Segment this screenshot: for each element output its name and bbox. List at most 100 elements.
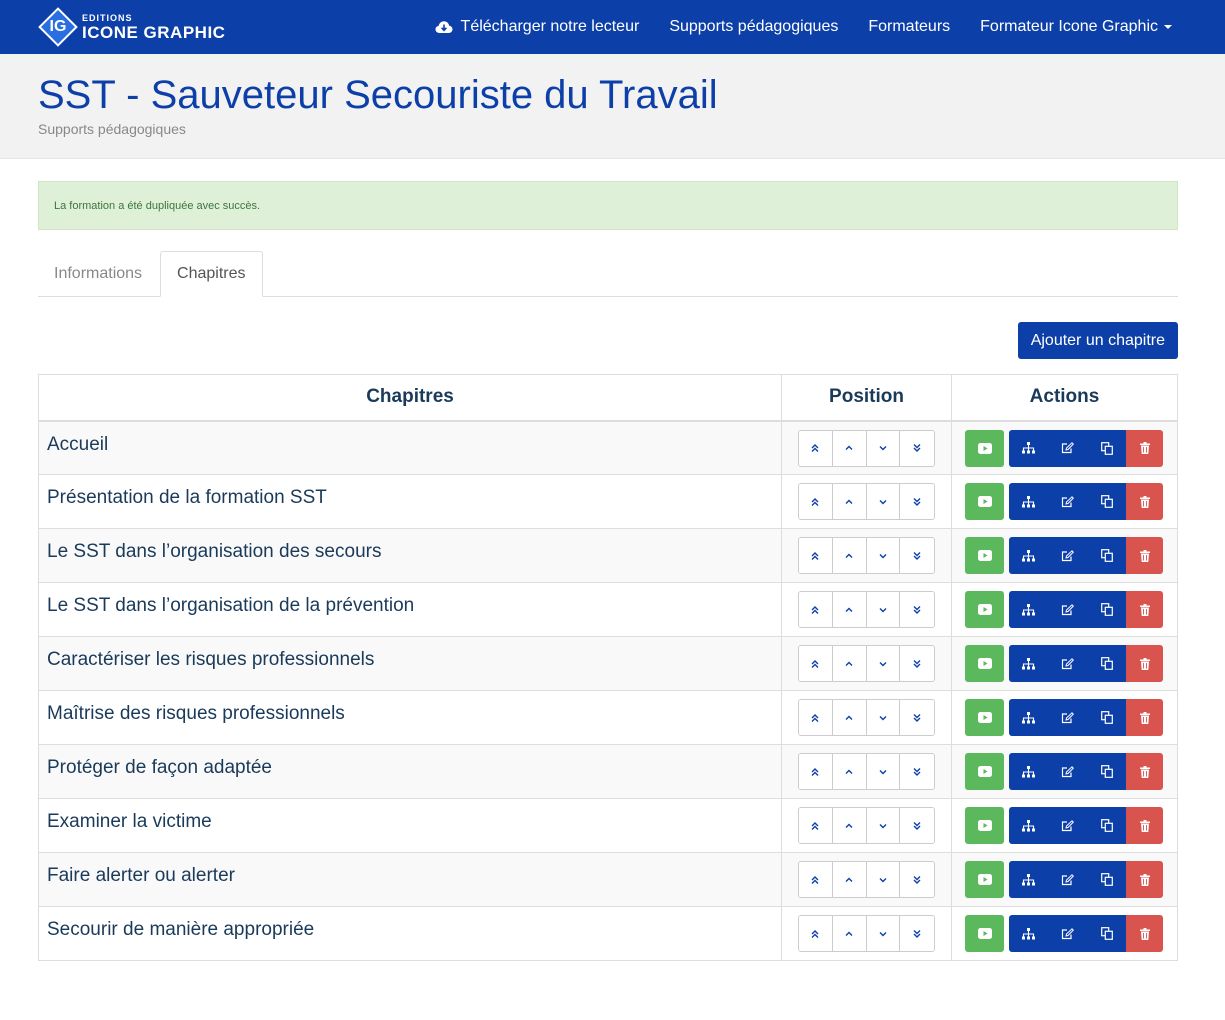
delete-button[interactable] <box>1126 915 1164 952</box>
delete-button[interactable] <box>1126 429 1164 467</box>
move-bottom-button[interactable] <box>900 754 935 789</box>
move-bottom-button[interactable] <box>900 862 935 897</box>
move-bottom-button[interactable] <box>900 430 935 466</box>
move-top-button[interactable] <box>799 592 833 627</box>
move-top-button[interactable] <box>799 430 833 466</box>
duplicate-button[interactable] <box>1087 699 1127 736</box>
duplicate-button[interactable] <box>1087 753 1127 790</box>
edit-button[interactable] <box>1048 429 1088 467</box>
preview-button[interactable] <box>965 483 1005 520</box>
duplicate-button[interactable] <box>1087 915 1127 952</box>
edit-button[interactable] <box>1048 699 1088 736</box>
tab-informations[interactable]: Informations <box>38 251 158 296</box>
structure-button[interactable] <box>1009 537 1049 574</box>
edit-button[interactable] <box>1048 915 1088 952</box>
move-down-button[interactable] <box>866 592 901 627</box>
tab-chapitres[interactable]: Chapitres <box>160 251 263 297</box>
move-up-button[interactable] <box>832 538 867 573</box>
delete-button[interactable] <box>1126 645 1164 682</box>
edit-button[interactable] <box>1048 483 1088 520</box>
move-top-button[interactable] <box>799 700 833 735</box>
move-down-button[interactable] <box>866 700 901 735</box>
move-bottom-button[interactable] <box>900 646 935 681</box>
move-bottom-button[interactable] <box>900 808 935 843</box>
duplicate-button[interactable] <box>1087 483 1127 520</box>
preview-button[interactable] <box>965 699 1005 736</box>
structure-button[interactable] <box>1009 861 1049 898</box>
preview-button[interactable] <box>965 645 1005 682</box>
structure-button[interactable] <box>1009 807 1049 844</box>
move-down-button[interactable] <box>866 754 901 789</box>
move-down-button[interactable] <box>866 430 901 466</box>
duplicate-button[interactable] <box>1087 537 1127 574</box>
edit-button[interactable] <box>1048 861 1088 898</box>
brand-logo-link[interactable]: IG EDITIONS ICONE GRAPHIC <box>38 0 225 54</box>
nav-supports[interactable]: Supports pédagogiques <box>654 0 853 54</box>
nav-trainers[interactable]: Formateurs <box>853 0 965 54</box>
preview-button[interactable] <box>965 429 1005 467</box>
move-top-button[interactable] <box>799 862 833 897</box>
preview-button[interactable] <box>965 753 1005 790</box>
nav-user-menu[interactable]: Formateur Icone Graphic <box>965 0 1187 54</box>
nav-download-reader[interactable]: Télécharger notre lecteur <box>420 0 655 54</box>
move-down-button[interactable] <box>866 484 901 519</box>
move-top-button[interactable] <box>799 484 833 519</box>
move-bottom-button[interactable] <box>900 592 935 627</box>
move-up-button[interactable] <box>832 430 867 466</box>
move-up-button[interactable] <box>832 484 867 519</box>
delete-button[interactable] <box>1126 591 1164 628</box>
delete-button[interactable] <box>1126 861 1164 898</box>
preview-button[interactable] <box>965 591 1005 628</box>
move-down-button[interactable] <box>866 916 901 951</box>
move-down-button[interactable] <box>866 538 901 573</box>
move-bottom-button[interactable] <box>900 538 935 573</box>
move-up-button[interactable] <box>832 754 867 789</box>
move-up-button[interactable] <box>832 808 867 843</box>
move-bottom-button[interactable] <box>900 484 935 519</box>
move-up-button[interactable] <box>832 862 867 897</box>
structure-button[interactable] <box>1009 483 1049 520</box>
preview-button[interactable] <box>965 807 1005 844</box>
move-down-button[interactable] <box>866 808 901 843</box>
preview-button[interactable] <box>965 537 1005 574</box>
delete-button[interactable] <box>1126 753 1164 790</box>
structure-button[interactable] <box>1009 753 1049 790</box>
move-bottom-button[interactable] <box>900 916 935 951</box>
structure-button[interactable] <box>1009 429 1049 467</box>
duplicate-button[interactable] <box>1087 591 1127 628</box>
duplicate-button[interactable] <box>1087 645 1127 682</box>
structure-button[interactable] <box>1009 591 1049 628</box>
move-top-button[interactable] <box>799 808 833 843</box>
structure-button[interactable] <box>1009 699 1049 736</box>
move-bottom-button[interactable] <box>900 700 935 735</box>
move-top-button[interactable] <box>799 538 833 573</box>
double-chevron-up-icon <box>810 605 820 615</box>
edit-button[interactable] <box>1048 537 1088 574</box>
delete-button[interactable] <box>1126 699 1164 736</box>
position-button-group <box>798 807 936 844</box>
move-top-button[interactable] <box>799 916 833 951</box>
delete-button[interactable] <box>1126 483 1164 520</box>
preview-button[interactable] <box>965 861 1005 898</box>
move-down-button[interactable] <box>866 646 901 681</box>
duplicate-button[interactable] <box>1087 807 1127 844</box>
edit-button[interactable] <box>1048 645 1088 682</box>
add-chapter-button[interactable]: Ajouter un chapitre <box>1017 322 1178 359</box>
structure-button[interactable] <box>1009 645 1049 682</box>
delete-button[interactable] <box>1126 537 1164 574</box>
delete-button[interactable] <box>1126 807 1164 844</box>
edit-button[interactable] <box>1048 591 1088 628</box>
move-up-button[interactable] <box>832 916 867 951</box>
move-up-button[interactable] <box>832 700 867 735</box>
edit-button[interactable] <box>1048 807 1088 844</box>
move-down-button[interactable] <box>866 862 901 897</box>
move-top-button[interactable] <box>799 646 833 681</box>
preview-button[interactable] <box>965 915 1005 952</box>
move-up-button[interactable] <box>832 646 867 681</box>
duplicate-button[interactable] <box>1087 861 1127 898</box>
edit-button[interactable] <box>1048 753 1088 790</box>
move-up-button[interactable] <box>832 592 867 627</box>
move-top-button[interactable] <box>799 754 833 789</box>
structure-button[interactable] <box>1009 915 1049 952</box>
duplicate-button[interactable] <box>1087 429 1127 467</box>
